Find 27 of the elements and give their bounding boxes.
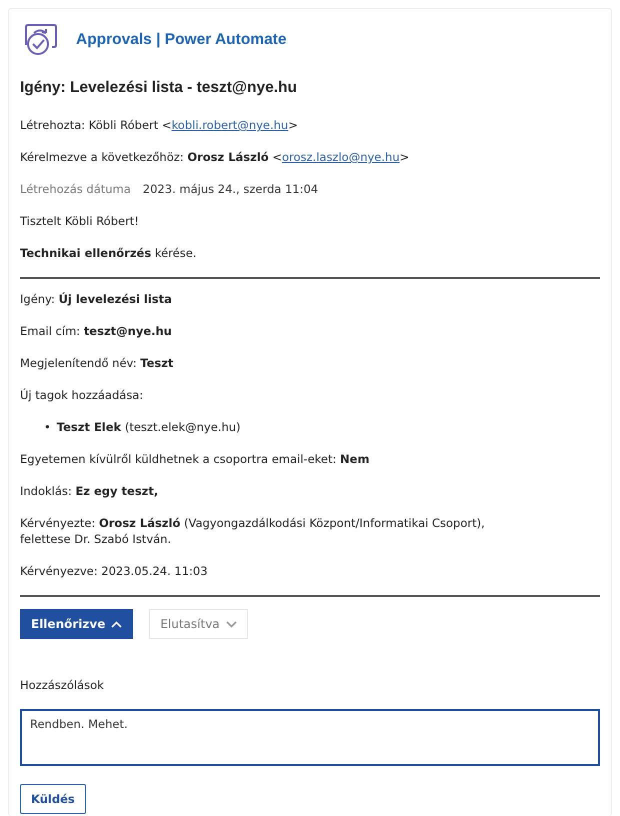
- message-text: Kérvényezte: Orosz László (Vagyongazdálkodási Központ/Informatikai Csoport), felettese Dr. Szabó István.: [20, 515, 486, 547]
- send-button[interactable]: Küldés: [20, 784, 86, 814]
- email-link[interactable]: kobli.robert@nye.hu: [172, 118, 288, 132]
- date-value: 2023. május 24., szerda 11:04: [142, 181, 318, 197]
- message-text: Indoklás: Ez egy teszt,: [20, 483, 160, 499]
- chevron-up-icon: [111, 620, 122, 628]
- email-link[interactable]: orosz.laszlo@nye.hu: [282, 150, 400, 164]
- message-text: Igény: Új levelezési lista: [20, 291, 173, 307]
- message-text: Tisztelt Köbli Róbert!: [20, 213, 140, 229]
- chevron-down-icon: [226, 620, 237, 628]
- message-text: Kérvényezve: 2023.05.24. 11:03: [20, 563, 209, 579]
- sender-line: Kérelmezve a következőhöz: Orosz László <orosz.laszlo@nye.hu>: [20, 149, 410, 165]
- response-button[interactable]: Elutasítva: [149, 609, 248, 639]
- comment-field[interactable]: Rendben. Mehet.: [20, 709, 600, 766]
- app-title: Approvals | Power Automate: [76, 31, 286, 49]
- message-text: Megjelenítendő név: Teszt: [20, 355, 174, 371]
- bullet-marker: •: [44, 419, 51, 435]
- email-subject: Igény: Levelezési lista - teszt@nye.hu: [20, 79, 298, 97]
- message-text: Email cím: teszt@nye.hu: [20, 323, 173, 339]
- sender-line: Létrehozta: Köbli Róbert <kobli.robert@nye.hu>: [20, 117, 299, 133]
- comments-label: Hozzászólások: [20, 677, 105, 693]
- member-item: Teszt Elek (teszt.elek@nye.hu): [56, 419, 241, 435]
- message-text: Új tagok hozzáadása:: [20, 387, 144, 403]
- date-label: Létrehozás dátuma: [20, 181, 131, 197]
- message-text: Technikai ellenőrzés kérése.: [20, 245, 198, 261]
- message-text: Egyetemen kívülről küldhetnek a csoportra email-eket: Nem: [20, 451, 370, 467]
- response-button[interactable]: Ellenőrizve: [20, 609, 134, 639]
